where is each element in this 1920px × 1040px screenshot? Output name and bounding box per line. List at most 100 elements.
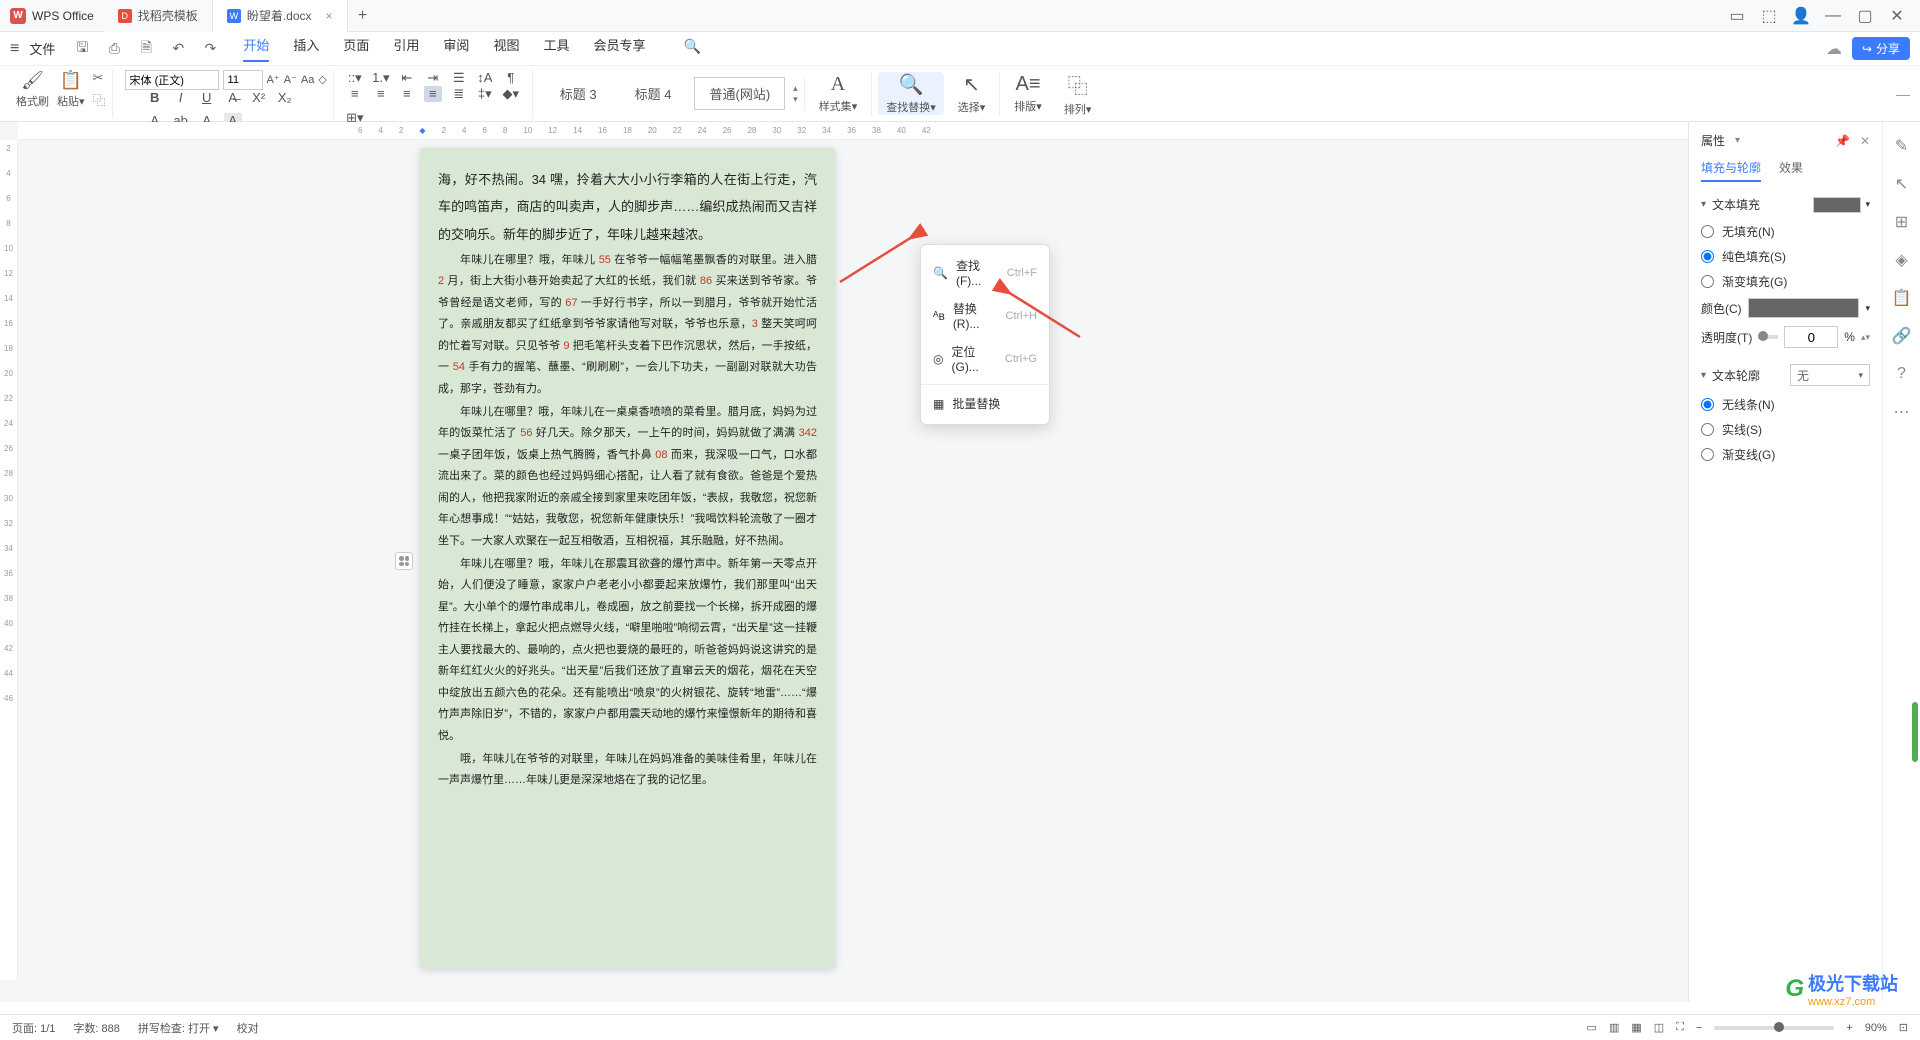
tab-view[interactable]: 视图 <box>493 35 519 62</box>
change-case-icon[interactable]: Aa <box>301 74 314 86</box>
preview-icon[interactable]: 🗎 <box>135 38 157 60</box>
fill-color-icon[interactable]: ◆▾ <box>502 86 520 102</box>
outline-select[interactable]: 无▾ <box>1790 364 1870 386</box>
numbering-icon[interactable]: 1.▾ <box>372 70 390 86</box>
align-center-icon[interactable]: ≡ <box>372 86 390 102</box>
strike-icon[interactable]: A̶ <box>224 90 242 105</box>
format-painter-button[interactable]: 🖌格式刷 <box>16 70 49 109</box>
align-justify-icon[interactable]: ≡ <box>424 86 442 102</box>
style-normal-web[interactable]: 普通(网站) <box>694 77 785 110</box>
copy-icon[interactable]: ⿻ <box>93 90 106 109</box>
radio-no-line[interactable]: 无线条(N) <box>1701 396 1870 413</box>
redo-icon[interactable]: ↷ <box>199 38 221 60</box>
paste-button[interactable]: 📋粘贴▾ <box>57 70 85 109</box>
section-title[interactable]: 文本填充 ▾ <box>1701 196 1870 213</box>
fill-preview-swatch[interactable] <box>1813 197 1861 213</box>
decrease-font-icon[interactable]: A⁻ <box>284 73 297 86</box>
bullets-icon[interactable]: ::▾ <box>346 70 364 86</box>
underline-icon[interactable]: U <box>198 90 216 105</box>
hamburger-icon[interactable]: ≡ <box>10 40 19 58</box>
pencil-icon[interactable]: ✎ <box>1892 136 1912 156</box>
increase-font-icon[interactable]: A⁺ <box>267 73 280 86</box>
minimize-icon[interactable]: — <box>1824 7 1842 25</box>
sort-icon[interactable]: ↕A <box>476 70 494 86</box>
file-menu[interactable]: 文件 <box>29 39 55 58</box>
undo-icon[interactable]: ↶ <box>167 38 189 60</box>
tab-insert[interactable]: 插入 <box>293 35 319 62</box>
clipboard-icon[interactable]: 📋 <box>1892 288 1912 308</box>
reading-mode-icon[interactable]: ▭ <box>1728 7 1746 25</box>
save-icon[interactable]: 🖫 <box>71 38 93 60</box>
pin-icon[interactable]: 📌 <box>1835 134 1850 148</box>
tab-member[interactable]: 会员专享 <box>593 35 645 62</box>
drag-handle-icon[interactable] <box>395 552 413 570</box>
user-avatar-icon[interactable]: 👤 <box>1792 7 1810 25</box>
link-icon[interactable]: 🔗 <box>1892 326 1912 346</box>
distribute-icon[interactable]: ≣ <box>450 86 468 102</box>
radio-no-fill[interactable]: 无填充(N) <box>1701 223 1870 240</box>
new-tab-button[interactable]: + <box>348 0 378 32</box>
arrange-button[interactable]: ⿻ 排列▾ <box>1056 70 1100 117</box>
collapse-ribbon-icon[interactable]: — <box>1896 86 1910 102</box>
tab-tools[interactable]: 工具 <box>543 35 569 62</box>
outdent-icon[interactable]: ⇤ <box>398 70 416 86</box>
horizontal-ruler[interactable]: 642◆246810121416182022242628303234363840… <box>18 122 1688 140</box>
more-icon[interactable]: ⋯ <box>1892 402 1912 422</box>
search-icon[interactable]: 🔍 <box>681 35 703 57</box>
word-count[interactable]: 字数: 888 <box>73 1020 119 1036</box>
select-tool-icon[interactable]: ↖ <box>1892 174 1912 194</box>
tab-document[interactable]: W 盼望着.docx × <box>213 0 348 32</box>
style-heading3[interactable]: 标题 3 <box>545 77 612 110</box>
alpha-input[interactable] <box>1784 326 1838 348</box>
view-read-icon[interactable]: ▥ <box>1609 1021 1619 1034</box>
help-icon[interactable]: ? <box>1892 364 1912 384</box>
tab-templates[interactable]: D 找稻壳模板 <box>104 0 213 32</box>
maximize-icon[interactable]: ▢ <box>1856 7 1874 25</box>
superscript-icon[interactable]: X² <box>250 90 268 105</box>
indent-icon[interactable]: ⇥ <box>424 70 442 86</box>
tab-effects[interactable]: 效果 <box>1779 159 1803 182</box>
radio-solid-line[interactable]: 实线(S) <box>1701 421 1870 438</box>
view-web-icon[interactable]: ▦ <box>1631 1021 1641 1034</box>
font-size-input[interactable] <box>223 70 263 90</box>
close-icon[interactable]: × <box>326 9 333 23</box>
tab-page[interactable]: 页面 <box>343 35 369 62</box>
tab-reference[interactable]: 引用 <box>393 35 419 62</box>
settings-icon[interactable]: ⊞ <box>1892 212 1912 232</box>
layers-icon[interactable]: ◈ <box>1892 250 1912 270</box>
zoom-slider[interactable] <box>1714 1026 1834 1030</box>
tab-home[interactable]: 开始 <box>243 35 269 62</box>
radio-gradient-line[interactable]: 渐变线(G) <box>1701 446 1870 463</box>
close-window-icon[interactable]: ✕ <box>1888 7 1906 25</box>
bold-icon[interactable]: B <box>146 90 164 105</box>
char-spacing-icon[interactable]: ☰ <box>450 70 468 86</box>
radio-gradient-fill[interactable]: 渐变填充(G) <box>1701 273 1870 290</box>
print-icon[interactable]: ⎙ <box>103 38 125 60</box>
subscript-icon[interactable]: X₂ <box>276 90 294 105</box>
alpha-slider[interactable] <box>1758 335 1778 339</box>
zoom-in-icon[interactable]: + <box>1846 1022 1852 1034</box>
close-panel-icon[interactable]: ✕ <box>1860 134 1870 148</box>
fullscreen-icon[interactable]: ⛶ <box>1676 1021 1684 1034</box>
view-print-icon[interactable]: ▭ <box>1587 1021 1597 1034</box>
proofing-status[interactable]: 校对 <box>237 1020 259 1036</box>
cube-icon[interactable]: ⬚ <box>1760 7 1778 25</box>
style-scroll-icon[interactable]: ▴▾ <box>793 83 798 105</box>
color-swatch[interactable] <box>1748 298 1860 318</box>
font-name-input[interactable] <box>125 70 219 90</box>
tab-review[interactable]: 审阅 <box>443 35 469 62</box>
stepper-icon[interactable]: ▴▾ <box>1861 332 1870 343</box>
document-page[interactable]: 海，好不热闹。34 嘿，拎着大大小小行李箱的人在街上行走，汽车的鸣笛声，商店的叫… <box>420 148 835 968</box>
line-spacing-icon[interactable]: ‡▾ <box>476 86 494 102</box>
cut-icon[interactable]: ✂ <box>93 70 106 86</box>
show-marks-icon[interactable]: ¶ <box>502 70 520 86</box>
page-indicator[interactable]: 页面: 1/1 <box>12 1020 55 1036</box>
zoom-value[interactable]: 90% <box>1865 1022 1887 1034</box>
clear-format-icon[interactable]: ◇ <box>318 73 326 86</box>
zoom-out-icon[interactable]: − <box>1696 1022 1702 1034</box>
tab-fill-outline[interactable]: 填充与轮廓 <box>1701 159 1761 182</box>
share-button[interactable]: ↪ 分享 <box>1852 37 1910 60</box>
menu-batch-replace[interactable]: ▦ 批量替换 <box>921 389 1049 418</box>
align-right-icon[interactable]: ≡ <box>398 86 416 102</box>
select-button[interactable]: ↖ 选择▾ <box>950 72 994 115</box>
